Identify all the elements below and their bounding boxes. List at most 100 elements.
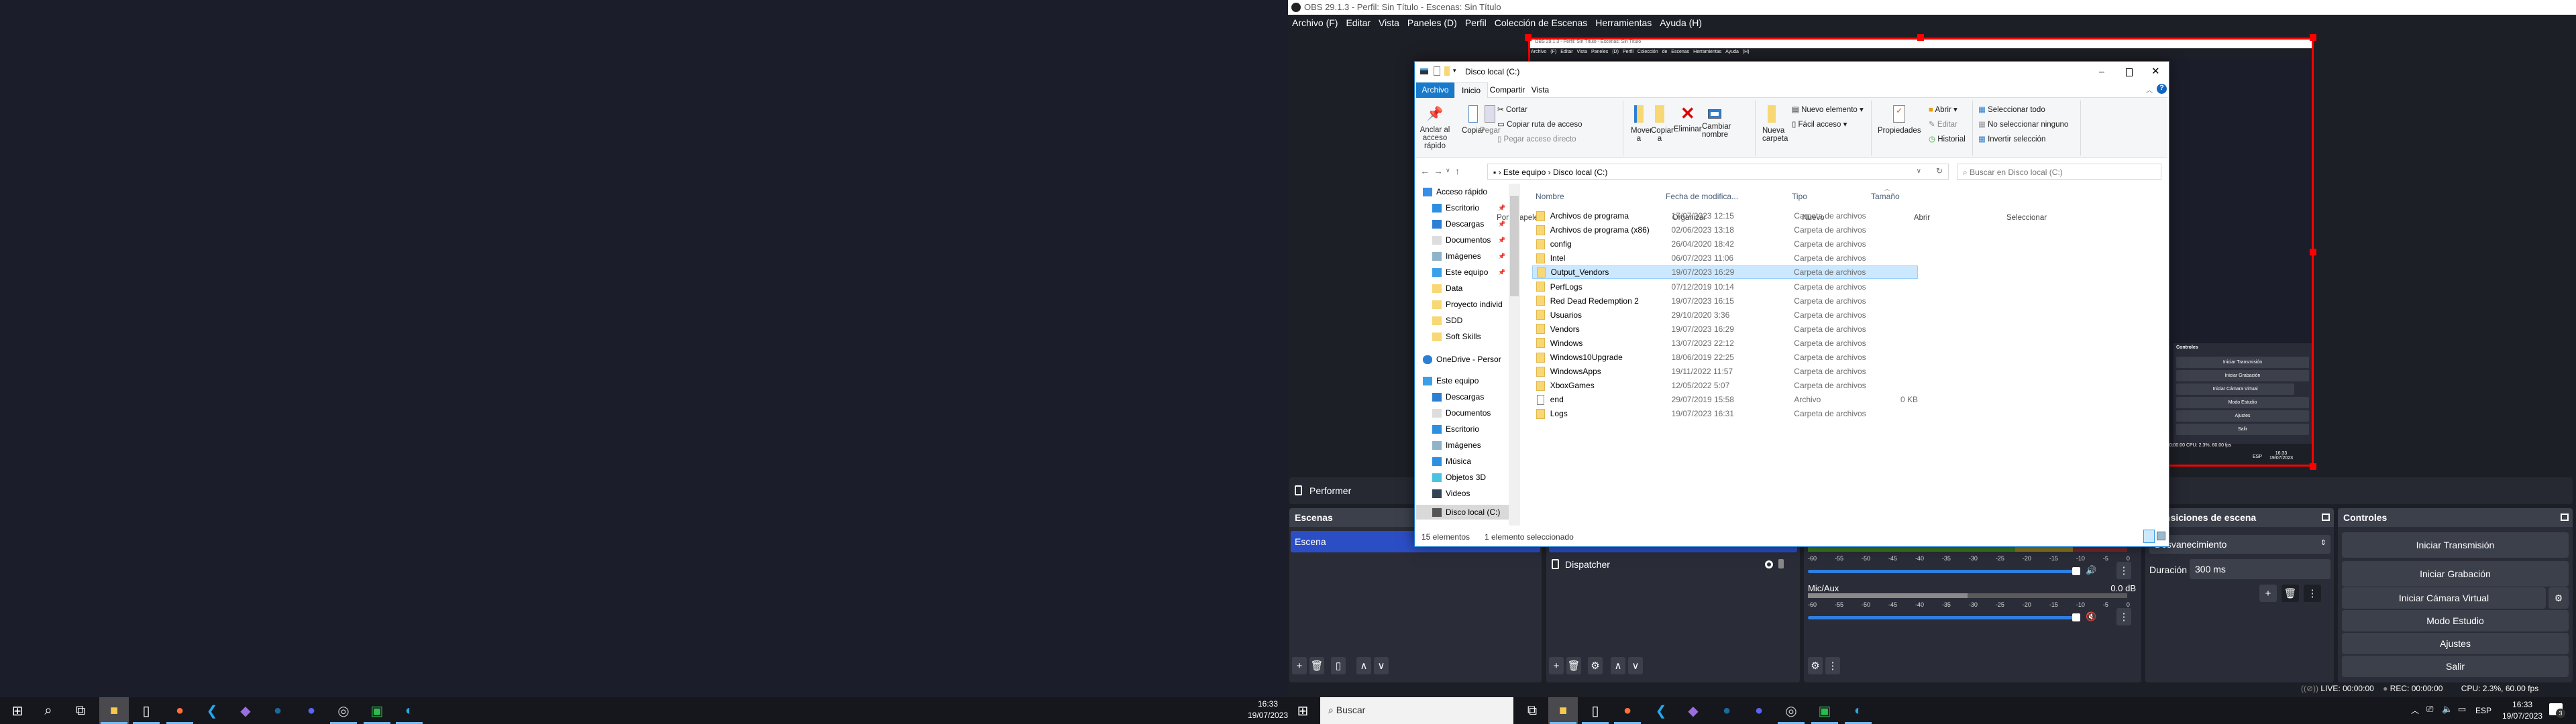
column-header-0[interactable]: Nombre — [1536, 192, 1564, 201]
tray-chevron-icon[interactable]: ︿ — [2411, 705, 2419, 716]
close-button[interactable]: ✕ — [2151, 65, 2160, 77]
nav-item[interactable]: SDD — [1432, 316, 1462, 325]
undock-icon[interactable] — [2561, 514, 2569, 521]
source-properties-button[interactable]: ⚙ — [1588, 657, 1603, 674]
file-row[interactable]: WindowsApps 19/11/2022 11:57 Carpeta de ar… — [1532, 365, 1918, 378]
file-explorer-icon[interactable]: ■ — [99, 697, 129, 724]
invert-selection-button[interactable]: ▦ Invertir selección — [1978, 134, 2045, 143]
move-source-up-button[interactable]: ∧ — [1611, 657, 1625, 674]
details-view-button[interactable] — [2143, 530, 2155, 543]
recent-dropdown[interactable]: ∨ — [1446, 167, 1450, 174]
task-view-icon[interactable]: ⧉ — [1517, 697, 1547, 724]
nav-item[interactable]: Data — [1432, 284, 1462, 293]
search-box[interactable]: ⌕ Buscar en Disco local (C:) — [1957, 164, 2161, 180]
menu-item[interactable]: Ayuda (H) — [1660, 17, 1702, 32]
menu-item[interactable]: Perfil — [1465, 17, 1487, 32]
address-bar[interactable]: ▪ › Este equipo › Disco local (C:) ∨ ↻ — [1487, 164, 1949, 180]
maximize-button[interactable] — [2126, 68, 2133, 76]
nav-item[interactable]: Escritorio — [1432, 424, 1479, 434]
remove-source-button[interactable]: 🗑 — [1566, 657, 1581, 674]
address-dropdown-icon[interactable]: ∨ — [1917, 168, 1921, 175]
taskbar-search-box[interactable]: ⌕ Buscar — [1320, 697, 1513, 724]
column-header-3[interactable]: Tamaño — [1871, 192, 1900, 201]
volume-slider[interactable] — [1808, 616, 2076, 619]
control-button-2[interactable]: Iniciar Cámara Virtual — [2342, 587, 2546, 609]
nav-item[interactable]: OneDrive - Persor — [1423, 355, 1501, 364]
move-to-button[interactable]: Mover a — [1631, 105, 1652, 143]
nav-scrollbar[interactable] — [1509, 184, 1520, 526]
forward-button[interactable]: → — [1434, 166, 1443, 176]
task-view-icon[interactable]: ⧉ — [66, 697, 95, 724]
resize-handle[interactable] — [2310, 249, 2316, 255]
edge-icon[interactable]: ◐ — [394, 697, 424, 724]
file-row[interactable]: Archivos de programa (x86) 02/06/2023 13:… — [1532, 223, 1918, 237]
easy-access-button[interactable]: ▯ Fácil acceso ▾ — [1792, 119, 1847, 129]
undock-icon[interactable] — [2322, 514, 2330, 521]
green-app-icon[interactable]: ▣ — [362, 697, 392, 724]
file-row[interactable]: Output_Vendors 19/07/2023 16:29 Carpeta de… — [1532, 265, 1918, 280]
new-item-button[interactable]: ▤ Nuevo elemento ▾ — [1792, 105, 1864, 114]
nav-item[interactable]: Disco local (C:) — [1416, 505, 1509, 520]
qat-dropdown-icon[interactable]: ▾ — [1453, 67, 1456, 74]
mixer-menu-button[interactable]: ⋮ — [1825, 657, 1840, 674]
volume-slider-handle[interactable] — [2072, 567, 2080, 575]
move-scene-up-button[interactable]: ∧ — [1356, 657, 1371, 674]
select-all-button[interactable]: ▦ Seleccionar todo — [1978, 105, 2045, 114]
file-row[interactable]: Red Dead Redemption 2 19/07/2023 16:15 Car… — [1532, 294, 1918, 308]
refresh-icon[interactable]: ↻ — [1936, 166, 1943, 176]
notifications-button[interactable]: 3 — [2549, 703, 2565, 718]
properties-button[interactable]: ✓ Propiedades — [1878, 105, 1921, 135]
control-button-4[interactable]: Ajustes — [2342, 633, 2569, 654]
history-button[interactable]: ◷ Historial — [1929, 134, 1966, 143]
help-icon[interactable]: ? — [2157, 84, 2167, 94]
vscode-icon[interactable]: ❮ — [1646, 697, 1676, 724]
language-indicator[interactable]: ESP — [2475, 706, 2491, 715]
channel-menu-button[interactable]: ⋮ — [2116, 562, 2131, 579]
up-button[interactable]: ↑ — [1455, 166, 1460, 176]
nav-item[interactable]: Descargas — [1432, 392, 1484, 402]
large-icons-view-button[interactable] — [2157, 532, 2165, 540]
volume-slider[interactable] — [1808, 570, 2076, 573]
column-header-2[interactable]: Tipo — [1792, 192, 1807, 201]
nav-item[interactable]: Escritorio — [1432, 203, 1479, 213]
remove-transition-button[interactable]: 🗑 — [2282, 585, 2299, 602]
duration-input[interactable]: 300 ms — [2190, 559, 2330, 579]
add-transition-button[interactable]: + — [2259, 585, 2277, 602]
new-folder-quick-icon[interactable] — [1444, 66, 1450, 76]
obs-icon[interactable]: ◎ — [1776, 697, 1806, 724]
nav-item[interactable]: Imágenes — [1432, 251, 1481, 261]
firefox-icon[interactable]: ● — [1613, 697, 1642, 724]
file-row[interactable]: PerfLogs 07/12/2019 10:14 Carpeta de archi… — [1532, 280, 1918, 294]
transition-select[interactable]: Desvanecimiento ⇕ — [2149, 535, 2330, 554]
nav-item[interactable]: Soft Skills — [1432, 332, 1481, 341]
windows-start-icon[interactable]: ⊞ — [1288, 697, 1318, 724]
minimize-button[interactable]: – — [2099, 66, 2104, 76]
file-row[interactable]: Usuarios 29/10/2020 3:36 Carpeta de archiv… — [1532, 308, 1918, 322]
virtual-camera-settings-button[interactable]: ⚙ — [2548, 587, 2569, 609]
ribbon-tab-2[interactable]: Compartir — [1488, 82, 1527, 98]
file-row[interactable]: config 26/04/2020 18:42 Carpeta de archivo… — [1532, 237, 1918, 251]
discord-icon[interactable]: ● — [1744, 697, 1774, 724]
move-source-down-button[interactable]: ∨ — [1628, 657, 1643, 674]
add-source-button[interactable]: + — [1549, 657, 1564, 674]
menu-item[interactable]: Archivo (F) — [1292, 17, 1338, 32]
nav-item[interactable]: Este equipo — [1432, 267, 1488, 277]
control-button-3[interactable]: Modo Estudio — [2342, 610, 2569, 631]
left-clock[interactable]: 16:33 19/07/2023 — [1248, 699, 1288, 721]
paste-shortcut-button[interactable]: ▯ Pegar acceso directo — [1497, 134, 1576, 143]
file-row[interactable]: Windows 13/07/2023 22:12 Carpeta de archiv… — [1532, 337, 1918, 350]
steam-icon[interactable]: ● — [263, 697, 292, 724]
file-row[interactable]: Logs 19/07/2023 16:31 Carpeta de archivos — [1532, 407, 1918, 420]
ribbon-tab-3[interactable]: Vista — [1527, 82, 1554, 98]
properties-quick-icon[interactable] — [1434, 66, 1440, 76]
resize-handle[interactable] — [1917, 34, 1924, 41]
ribbon-tab-0[interactable]: Archivo — [1416, 82, 1454, 98]
ribbon-tab-1[interactable]: Inicio — [1454, 82, 1488, 98]
breadcrumb-item[interactable]: Este equipo — [1503, 168, 1546, 177]
collapse-ribbon-icon[interactable]: ︿ — [2146, 84, 2153, 95]
control-button-0[interactable]: Iniciar Transmisión — [2342, 532, 2569, 558]
visual-studio-icon[interactable]: ◆ — [231, 697, 260, 724]
scroll-thumb[interactable] — [1510, 196, 1519, 296]
add-scene-button[interactable]: + — [1292, 657, 1307, 674]
nav-item[interactable]: Documentos — [1432, 408, 1491, 418]
